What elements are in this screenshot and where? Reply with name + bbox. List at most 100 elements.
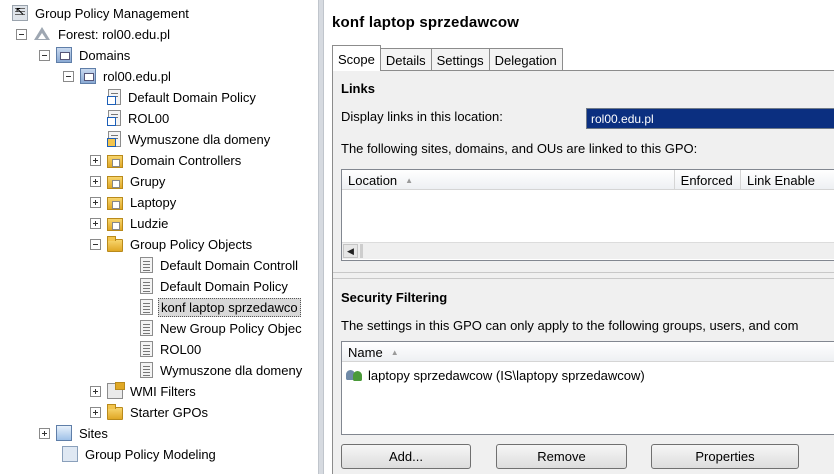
tree-item-label[interactable]: Group Policy Objects [128, 236, 254, 253]
details-pane: konf laptop sprzedawcow Scope Details Se… [324, 0, 834, 474]
tree-gpo-rol00[interactable]: ROL00 [140, 339, 203, 359]
domain-icon [80, 68, 96, 84]
remove-button[interactable]: Remove [496, 444, 627, 469]
gpo-icon [140, 278, 153, 294]
column-location[interactable]: Location ▲ [342, 170, 675, 190]
scroll-left-icon[interactable]: ◀ [343, 244, 358, 258]
collapse-icon[interactable] [16, 28, 27, 40]
expand-icon[interactable] [90, 196, 101, 208]
tab-details[interactable]: Details [379, 48, 432, 71]
mouse-cursor-icon: ↖ [15, 4, 26, 18]
tree-item-default-domain-policy-link[interactable]: Default Domain Policy [107, 87, 258, 107]
properties-button[interactable]: Properties [651, 444, 799, 469]
expand-icon[interactable] [90, 154, 101, 166]
tree-item-label-selected[interactable]: konf laptop sprzedawco [158, 297, 301, 317]
column-location-label: Location [348, 172, 398, 188]
tree-item-label[interactable]: New Group Policy Objec [158, 320, 304, 337]
column-name[interactable]: Name ▲ [342, 342, 834, 362]
expand-icon[interactable] [90, 217, 101, 229]
security-filtering-description: The settings in this GPO can only apply … [341, 318, 799, 333]
tree-domain-label[interactable]: rol00.edu.pl [101, 68, 173, 85]
tree-item-label[interactable]: WMI Filters [128, 383, 198, 400]
collapse-icon[interactable] [63, 70, 74, 82]
console-tree: Group Policy Management ↖ Forest: rol00.… [0, 0, 318, 474]
tree-item-label[interactable]: Domain Controllers [128, 152, 243, 169]
tree-item-label[interactable]: ROL00 [126, 110, 171, 127]
row-label: laptopy sprzedawcow (IS\laptopy sprzedaw… [368, 367, 645, 383]
domains-icon [56, 47, 72, 63]
tree-ou-domain-controllers[interactable]: Domain Controllers [90, 150, 243, 170]
section-splitter[interactable] [333, 272, 834, 279]
tree-domains-label[interactable]: Domains [77, 47, 132, 64]
folder-icon [107, 235, 123, 252]
tree-gpo-konf-laptop[interactable]: konf laptop sprzedawco [140, 297, 301, 317]
gpo-icon [140, 341, 153, 357]
location-dropdown[interactable]: rol00.edu.pl [586, 108, 834, 129]
tree-item-label[interactable]: Group Policy Modeling [83, 446, 218, 463]
expand-icon[interactable] [90, 385, 101, 397]
tree-ou-ludzie[interactable]: Ludzie [90, 213, 170, 233]
tree-item-label[interactable]: Wymuszone dla domeny [158, 362, 304, 379]
display-links-label: Display links in this location: [341, 109, 503, 124]
ou-icon [107, 217, 123, 231]
collapse-icon[interactable] [90, 238, 101, 250]
tab-strip: Scope Details Settings Delegation [332, 45, 563, 71]
links-heading: Links [341, 81, 375, 96]
tree-item-label[interactable]: Default Domain Policy [126, 89, 258, 106]
tree-item-label[interactable]: Default Domain Policy [158, 278, 290, 295]
tree-starter-gpos[interactable]: Starter GPOs [90, 402, 210, 422]
tree-gpo-wymuszone[interactable]: Wymuszone dla domeny [140, 360, 304, 380]
tree-gpo-default-dc[interactable]: Default Domain Controll [140, 255, 300, 275]
ou-icon [107, 196, 123, 210]
tree-item-label[interactable]: Wymuszone dla domeny [126, 131, 272, 148]
tree-item-label[interactable]: Starter GPOs [128, 404, 210, 421]
scroll-thumb[interactable] [360, 244, 363, 258]
tree-item-wymuszone-link[interactable]: Wymuszone dla domeny [107, 129, 272, 149]
gpo-icon [140, 257, 153, 273]
tree-domains[interactable]: Domains [39, 45, 132, 65]
tree-gp-modeling[interactable]: Group Policy Modeling [62, 444, 218, 464]
tree-root[interactable]: Group Policy Management [12, 3, 191, 23]
tree-gpo-new[interactable]: New Group Policy Objec [140, 318, 304, 338]
table-row[interactable]: laptopy sprzedawcow (IS\laptopy sprzedaw… [342, 365, 645, 385]
tree-item-label[interactable]: Ludzie [128, 215, 170, 232]
tree-root-label[interactable]: Group Policy Management [33, 5, 191, 22]
links-horizontal-scrollbar[interactable]: ◀ [342, 242, 834, 259]
starter-gpo-icon [107, 403, 123, 420]
tree-forest-label[interactable]: Forest: rol00.edu.pl [56, 26, 172, 43]
sites-icon [56, 425, 72, 441]
tree-item-rol00-link[interactable]: ROL00 [107, 108, 171, 128]
expand-icon[interactable] [90, 175, 101, 187]
tree-item-label[interactable]: ROL00 [158, 341, 203, 358]
tree-wmi-filters[interactable]: WMI Filters [90, 381, 198, 401]
tree-gpo-folder[interactable]: Group Policy Objects [90, 234, 254, 254]
expand-icon[interactable] [90, 406, 101, 418]
tree-sites[interactable]: Sites [39, 423, 110, 443]
security-filtering-heading: Security Filtering [341, 290, 448, 305]
tree-ou-laptopy[interactable]: Laptopy [90, 192, 178, 212]
tree-ou-grupy[interactable]: Grupy [90, 171, 167, 191]
tree-item-label[interactable]: Grupy [128, 173, 167, 190]
gpo-title: konf laptop sprzedawcow [332, 14, 520, 31]
gpo-link-icon [107, 89, 121, 105]
tree-gpo-default-domain[interactable]: Default Domain Policy [140, 276, 290, 296]
tree-item-label[interactable]: Default Domain Controll [158, 257, 300, 274]
ou-icon [107, 175, 123, 189]
security-table-header: Name ▲ [342, 342, 834, 362]
column-enforced[interactable]: Enforced [675, 170, 742, 190]
tab-delegation[interactable]: Delegation [488, 48, 563, 71]
tree-item-label[interactable]: Laptopy [128, 194, 178, 211]
links-table-header: Location ▲ Enforced Link Enable [342, 170, 834, 190]
tab-scope[interactable]: Scope [332, 45, 381, 71]
expand-icon[interactable] [39, 427, 50, 439]
add-button[interactable]: Add... [341, 444, 471, 469]
tab-settings[interactable]: Settings [430, 48, 490, 71]
tree-forest[interactable]: Forest: rol00.edu.pl [16, 24, 172, 44]
security-filtering-table: Name ▲ laptopy sprzedawcow (IS\laptopy s… [341, 341, 834, 435]
sort-ascending-icon: ▲ [390, 347, 399, 357]
tree-item-label[interactable]: Sites [77, 425, 110, 442]
gpo-icon [140, 320, 153, 336]
tree-domain[interactable]: rol00.edu.pl [63, 66, 173, 86]
collapse-icon[interactable] [39, 49, 50, 61]
column-link-enabled[interactable]: Link Enable [741, 170, 834, 190]
